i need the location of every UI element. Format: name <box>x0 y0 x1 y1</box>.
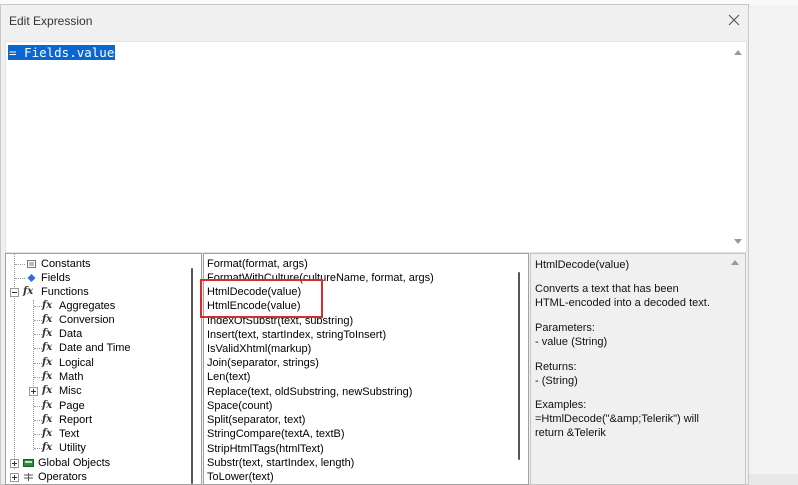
background-region <box>749 474 798 485</box>
tree-item-label: Misc <box>59 385 82 397</box>
operators-icon <box>24 473 33 481</box>
tree-item-label: Constants <box>41 258 91 270</box>
function-item[interactable]: Insert(text, startIndex, stringToInsert) <box>207 328 386 342</box>
expand-icon[interactable] <box>10 473 19 482</box>
tree-connector <box>34 448 42 449</box>
tree-connector <box>34 420 42 421</box>
tree-item-misc[interactable]: fx Misc <box>6 384 186 398</box>
tree-item-fields[interactable]: Fields <box>6 271 186 285</box>
tree-item-label: Operators <box>38 471 87 483</box>
tree-item-data[interactable]: fx Data <box>6 327 186 341</box>
tree-item-label: Fields <box>41 272 71 284</box>
scroll-up-icon[interactable] <box>731 260 739 265</box>
expand-icon[interactable] <box>29 387 38 396</box>
tree-item-label: Aggregates <box>59 300 116 312</box>
description-signature: HtmlDecode(value) <box>535 259 630 271</box>
function-icon: fx <box>42 442 53 453</box>
tree-connector <box>15 264 25 265</box>
tree-connector <box>34 320 42 321</box>
tree-item-label: Page <box>59 400 85 412</box>
tree-connector <box>34 306 42 307</box>
fields-icon <box>27 274 36 282</box>
function-icon: fx <box>42 300 53 311</box>
parameters-heading: Parameters: <box>535 322 595 334</box>
tree-item-aggregates[interactable]: fx Aggregates <box>6 299 186 313</box>
dialog-title: Edit Expression <box>9 14 93 28</box>
tree-item-label: Functions <box>41 286 89 298</box>
tree-item-global-objects[interactable]: Global Objects <box>6 456 186 470</box>
tree-item-label: Utility <box>59 442 86 454</box>
tree-item-text[interactable]: fx Text <box>6 427 186 441</box>
function-item[interactable]: Format(format, args) <box>207 257 308 271</box>
category-tree[interactable]: Constants Fields fx Functions fx Aggrega… <box>5 253 202 485</box>
tree-item-label: Text <box>59 428 80 440</box>
returns-heading: Returns: <box>535 361 577 373</box>
function-icon: fx <box>42 414 53 425</box>
function-icon: fx <box>42 314 53 325</box>
function-item[interactable]: StringCompare(textA, textB) <box>207 427 345 441</box>
tree-connector <box>34 363 42 364</box>
function-item[interactable]: Len(text) <box>207 370 250 384</box>
tree-item-label: Date and Time <box>59 342 131 354</box>
parameters-text: - value (String) <box>535 336 608 348</box>
function-icon: fx <box>42 400 53 411</box>
editor-scrollbar[interactable] <box>730 42 746 252</box>
function-icon: fx <box>42 371 53 382</box>
examples-heading: Examples: <box>535 399 587 411</box>
highlight-box <box>200 279 323 318</box>
function-item[interactable]: StripHtmlTags(htmlText) <box>207 442 324 456</box>
tree-item-operators[interactable]: Operators <box>6 470 186 484</box>
description-summary: Converts a text that has been HTML-encod… <box>535 283 710 309</box>
function-list-scrollbar[interactable] <box>518 272 520 460</box>
function-icon: fx <box>42 385 53 396</box>
tree-item-math[interactable]: fx Math <box>6 370 186 384</box>
function-icon: fx <box>42 428 53 439</box>
scroll-down-icon[interactable] <box>734 239 742 244</box>
tree-connector <box>34 377 42 378</box>
tree-item-conversion[interactable]: fx Conversion <box>6 313 186 327</box>
tree-connector <box>34 406 42 407</box>
returns-text: - (String) <box>535 375 578 387</box>
function-item[interactable]: Substr(text, startIndex, length) <box>207 456 354 470</box>
tree-item-label: Logical <box>59 357 94 369</box>
tree-scrollbar[interactable] <box>191 268 193 484</box>
tree-item-functions[interactable]: fx Functions <box>6 285 186 299</box>
tree-item-report[interactable]: fx Report <box>6 413 186 427</box>
scroll-up-icon[interactable] <box>734 50 742 55</box>
function-item[interactable]: Join(separator, strings) <box>207 356 319 370</box>
expand-icon[interactable] <box>10 459 19 468</box>
example-text: =HtmlDecode("&amp;Telerik") will return … <box>535 413 699 439</box>
function-item[interactable]: Space(count) <box>207 399 272 413</box>
function-item[interactable]: Replace(text, oldSubstring, newSubstring… <box>207 385 412 399</box>
tree-item-logical[interactable]: fx Logical <box>6 356 186 370</box>
constants-icon <box>27 260 36 268</box>
tree-item-date-and-time[interactable]: fx Date and Time <box>6 341 186 355</box>
tree-connector <box>15 278 25 279</box>
tree-item-label: Report <box>59 414 93 426</box>
tree-item-utility[interactable]: fx Utility <box>6 441 186 455</box>
collapse-icon[interactable] <box>10 288 19 297</box>
function-icon: fx <box>23 286 34 297</box>
function-item[interactable]: ToLower(text) <box>207 470 274 484</box>
tree-connector <box>34 434 42 435</box>
tree-item-label: Data <box>59 328 83 340</box>
tree-item-label: Math <box>59 371 84 383</box>
title-bar: Edit Expression <box>1 5 748 35</box>
global-objects-icon <box>23 459 34 467</box>
expression-text[interactable]: = Fields.value <box>8 45 116 60</box>
tree-connector <box>34 348 42 349</box>
function-item[interactable]: IsValidXhtml(markup) <box>207 342 311 356</box>
function-icon: fx <box>42 328 53 339</box>
function-item[interactable]: Split(separator, text) <box>207 413 305 427</box>
function-icon: fx <box>42 342 53 353</box>
function-description: HtmlDecode(value) Converts a text that h… <box>530 253 746 485</box>
tree-item-label: Global Objects <box>38 457 111 469</box>
function-icon: fx <box>42 357 53 368</box>
expression-editor[interactable]: = Fields.value <box>5 41 747 253</box>
tree-item-constants[interactable]: Constants <box>6 257 186 271</box>
tree-item-page[interactable]: fx Page <box>6 399 186 413</box>
tree-item-label: Conversion <box>59 314 115 326</box>
close-icon[interactable] <box>726 12 742 28</box>
tree-connector <box>34 334 42 335</box>
